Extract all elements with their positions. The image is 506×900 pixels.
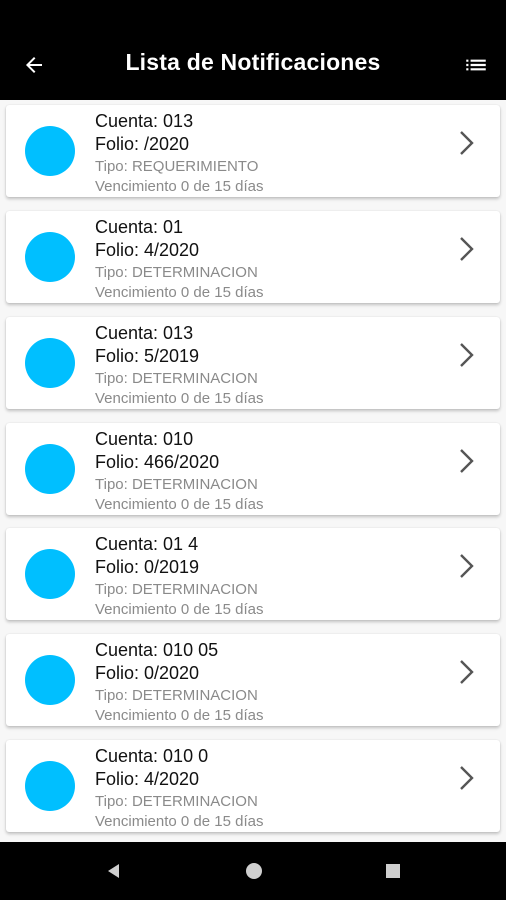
account-text: Cuenta: 01 (95, 217, 184, 237)
back-button[interactable] (16, 47, 52, 83)
nav-back-button[interactable] (99, 856, 129, 886)
account-text: Cuenta: 013 (95, 111, 194, 131)
due-text: Vencimiento 0 de 15 días (95, 707, 264, 724)
folio-text: Folio: 4/2020 (95, 769, 200, 789)
type-text: Tipo: DETERMINACION (95, 793, 258, 810)
notification-card[interactable]: Cuenta: 01 4 Folio: 0/2019 Tipo: DETERMI… (6, 528, 500, 620)
notification-card[interactable]: Cuenta: 010 0 Folio: 4/2020 Tipo: DETERM… (6, 740, 500, 832)
type-text: Tipo: REQUERIMIENTO (95, 158, 259, 175)
due-text: Vencimiento 0 de 15 días (95, 390, 264, 407)
system-navigation-bar (0, 842, 506, 900)
notification-list: Cuenta: 013 Folio: /2020 Tipo: REQUERIMI… (0, 100, 506, 842)
chevron-right-icon (460, 766, 474, 790)
nav-recents-button[interactable] (378, 856, 408, 886)
account-text: Cuenta: 010 0 (95, 746, 209, 766)
due-text: Vencimiento 0 de 15 días (95, 284, 264, 301)
nav-home-button[interactable] (239, 856, 269, 886)
list-view-button[interactable] (458, 47, 494, 83)
type-text: Tipo: DETERMINACION (95, 476, 258, 493)
notification-card[interactable]: Cuenta: 010 Folio: 466/2020 Tipo: DETERM… (6, 423, 500, 515)
notification-card[interactable]: Cuenta: 010 05 Folio: 0/2020 Tipo: DETER… (6, 634, 500, 726)
status-dot-icon (25, 444, 75, 494)
account-text: Cuenta: 010 (95, 429, 194, 449)
status-dot-icon (25, 126, 75, 176)
type-text: Tipo: DETERMINACION (95, 687, 258, 704)
type-text: Tipo: DETERMINACION (95, 370, 258, 387)
notification-card[interactable]: Cuenta: 01 Folio: 4/2020 Tipo: DETERMINA… (6, 211, 500, 303)
folio-text: Folio: 4/2020 (95, 240, 200, 260)
account-text: Cuenta: 010 05 (95, 640, 219, 660)
account-text: Cuenta: 01 4 (95, 534, 199, 554)
status-dot-icon (25, 232, 75, 282)
notification-card[interactable]: Cuenta: 013 Folio: 5/2019 Tipo: DETERMIN… (6, 317, 500, 409)
due-text: Vencimiento 0 de 15 días (95, 178, 264, 195)
chevron-right-icon (460, 237, 474, 261)
square-recents-icon (386, 864, 400, 878)
due-text: Vencimiento 0 de 15 días (95, 496, 264, 513)
chevron-right-icon (460, 343, 474, 367)
chevron-right-icon (460, 660, 474, 684)
status-dot-icon (25, 549, 75, 599)
status-dot-icon (25, 338, 75, 388)
folio-text: Folio: 0/2020 (95, 663, 200, 683)
status-dot-icon (25, 761, 75, 811)
list-icon (466, 59, 486, 71)
due-text: Vencimiento 0 de 15 días (95, 601, 264, 618)
chevron-right-icon (460, 449, 474, 473)
folio-text: Folio: 5/2019 (95, 346, 200, 366)
folio-text: Folio: /2020 (95, 134, 190, 154)
app-screen: Lista de Notificaciones Cuenta: 013 Foli… (0, 0, 506, 900)
due-text: Vencimiento 0 de 15 días (95, 813, 264, 830)
type-text: Tipo: DETERMINACION (95, 581, 258, 598)
account-text: Cuenta: 013 (95, 323, 194, 343)
notification-card[interactable]: Cuenta: 013 Folio: /2020 Tipo: REQUERIMI… (6, 105, 500, 197)
chevron-right-icon (460, 131, 474, 155)
triangle-back-icon (108, 864, 119, 878)
arrow-left-icon (26, 57, 42, 73)
circle-home-icon (246, 863, 262, 879)
folio-text: Folio: 0/2019 (95, 557, 200, 577)
chevron-right-icon (460, 554, 474, 578)
status-dot-icon (25, 655, 75, 705)
type-text: Tipo: DETERMINACION (95, 264, 258, 281)
page-title: Lista de Notificaciones (125, 49, 381, 75)
top-app-bar: Lista de Notificaciones (0, 0, 506, 100)
status-bar (0, 0, 506, 32)
folio-text: Folio: 466/2020 (95, 452, 220, 472)
